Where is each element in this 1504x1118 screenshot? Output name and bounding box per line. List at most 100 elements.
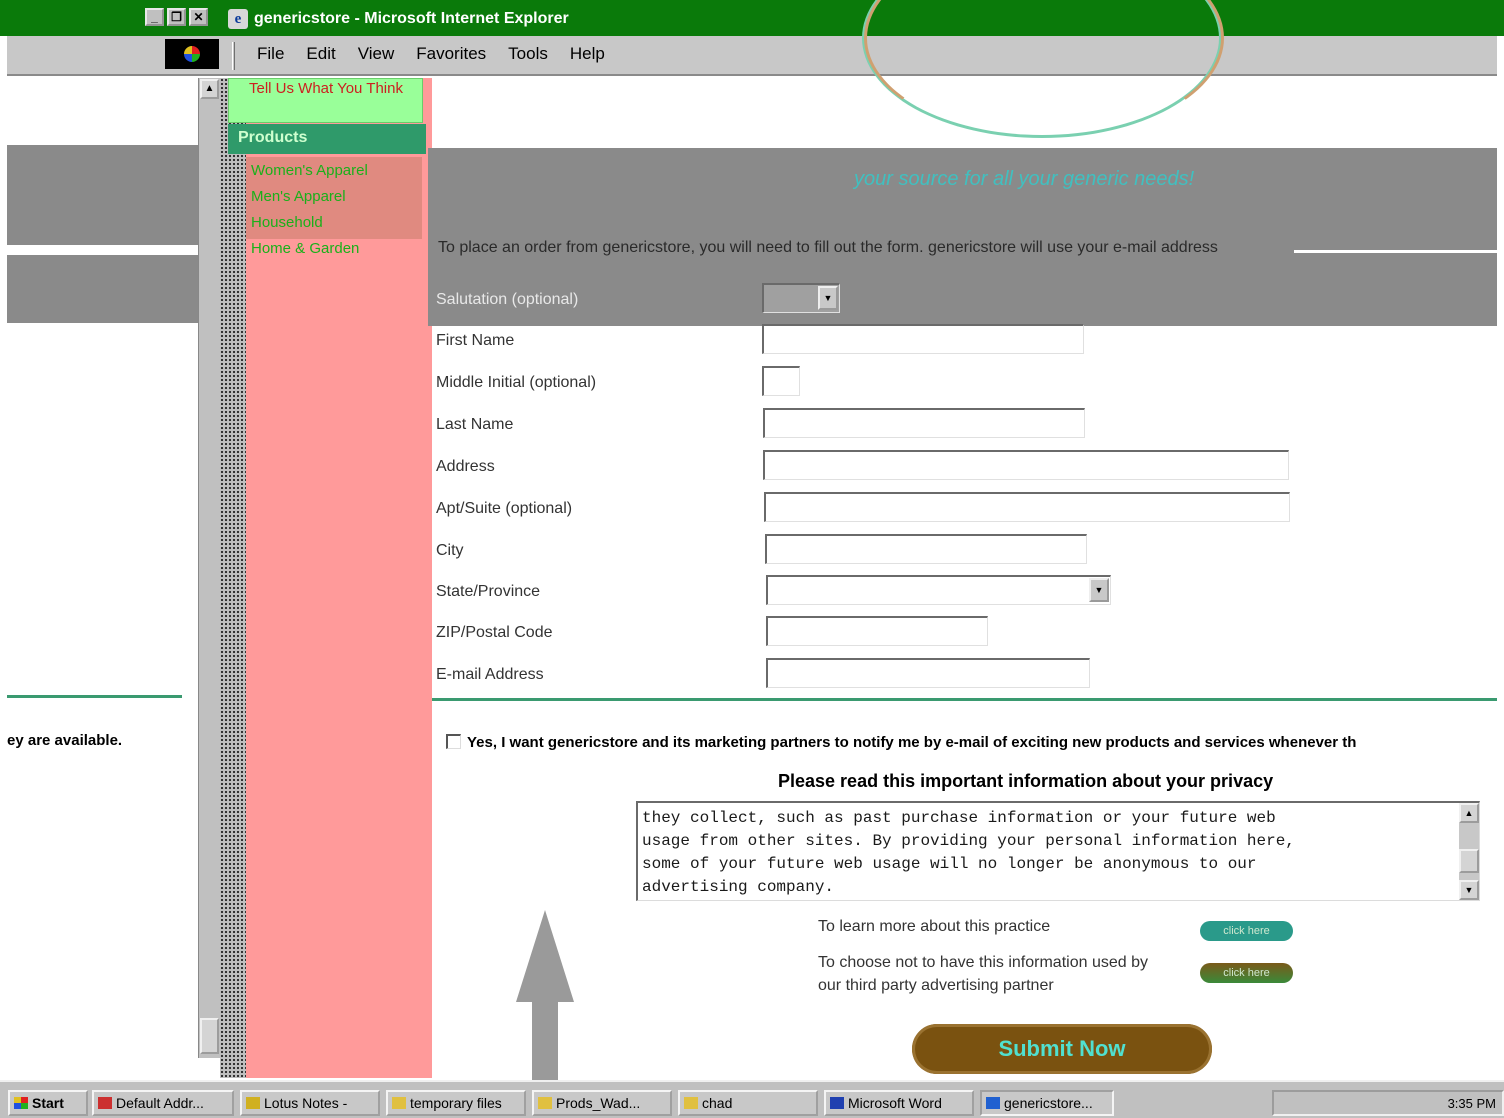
menu-favorites[interactable]: Favorites xyxy=(416,44,486,64)
zip-field[interactable] xyxy=(766,616,988,646)
menu-file[interactable]: File xyxy=(257,44,284,64)
task-label: Microsoft Word xyxy=(848,1095,942,1111)
salutation-label: Salutation (optional) xyxy=(436,291,579,308)
title-bar: _ ❐ ✕ e genericstore - Microsoft Interne… xyxy=(0,0,1504,36)
task-microsoft-word[interactable]: Microsoft Word xyxy=(824,1090,974,1116)
left-divider xyxy=(7,695,182,698)
folder-icon xyxy=(392,1097,406,1109)
state-select[interactable]: ▼ xyxy=(766,575,1111,605)
privacy-text: they collect, such as past purchase info… xyxy=(642,809,1295,896)
logo-arc-accent xyxy=(864,0,1224,138)
frame-border[interactable] xyxy=(220,78,246,1078)
address-label: Address xyxy=(436,458,495,475)
city-field[interactable] xyxy=(765,534,1087,564)
task-label: Default Addr... xyxy=(116,1095,204,1111)
state-row: State/Province ▼ xyxy=(432,575,1497,609)
middle-initial-row: Middle Initial (optional) xyxy=(432,366,1497,400)
click-here-optout-button[interactable]: click here xyxy=(1200,963,1293,983)
folder-icon xyxy=(538,1097,552,1109)
apt-label: Apt/Suite (optional) xyxy=(436,500,573,517)
middle-initial-label: Middle Initial (optional) xyxy=(436,374,597,391)
privacy-scrollbar[interactable]: ▲ ▼ xyxy=(1459,803,1479,900)
start-button[interactable]: Start xyxy=(8,1090,88,1116)
menu-view[interactable]: View xyxy=(358,44,395,64)
task-genericstore[interactable]: genericstore... xyxy=(980,1090,1114,1116)
dropdown-arrow-icon[interactable]: ▼ xyxy=(818,286,838,310)
scroll-up-arrow-icon[interactable]: ▲ xyxy=(200,79,219,99)
email-field[interactable] xyxy=(766,658,1090,688)
dropdown-arrow-icon[interactable]: ▼ xyxy=(1089,578,1109,602)
window-title: genericstore - Microsoft Internet Explor… xyxy=(254,10,569,27)
zip-row: ZIP/Postal Code xyxy=(432,616,1497,650)
zip-label: ZIP/Postal Code xyxy=(436,624,553,641)
middle-initial-field[interactable] xyxy=(762,366,800,396)
nav-item-womens-apparel[interactable]: Women's Apparel xyxy=(246,157,422,183)
main-frame: your source for all your generic needs! … xyxy=(428,0,1497,1080)
privacy-textarea[interactable]: they collect, such as past purchase info… xyxy=(636,801,1480,901)
last-name-field[interactable] xyxy=(763,408,1085,438)
scroll-up-arrow-icon[interactable]: ▲ xyxy=(1459,803,1479,823)
scroll-down-arrow-icon[interactable]: ▼ xyxy=(1459,880,1479,900)
privacy-heading: Please read this important information a… xyxy=(778,771,1274,791)
first-name-label: First Name xyxy=(436,332,515,349)
task-label: chad xyxy=(702,1095,733,1111)
task-label: Lotus Notes - xyxy=(264,1095,348,1111)
toolbar-grip[interactable] xyxy=(232,42,235,70)
app-icon xyxy=(246,1097,260,1109)
left-frame: ey are available. xyxy=(7,78,198,1080)
system-tray: 3:35 PM xyxy=(1272,1090,1504,1116)
minimize-button[interactable]: _ xyxy=(145,8,164,26)
nav-item-home-garden[interactable]: Home & Garden xyxy=(251,240,359,257)
tell-us-link[interactable]: Tell Us What You Think xyxy=(228,78,423,123)
state-label: State/Province xyxy=(436,583,541,600)
address-row: Address xyxy=(432,450,1497,484)
address-field[interactable] xyxy=(763,450,1289,480)
apt-row: Apt/Suite (optional) xyxy=(432,492,1497,526)
screen: _ ❐ ✕ e genericstore - Microsoft Interne… xyxy=(0,0,1504,1118)
salutation-select[interactable]: ▼ xyxy=(762,283,840,313)
left-grey-band xyxy=(7,145,198,245)
nav-item-mens-apparel[interactable]: Men's Apparel xyxy=(246,183,422,209)
last-name-label: Last Name xyxy=(436,416,514,433)
first-name-field[interactable] xyxy=(762,324,1084,354)
nav-item-household[interactable]: Household xyxy=(246,209,422,235)
consent-checkbox[interactable] xyxy=(446,734,461,749)
apt-field[interactable] xyxy=(764,492,1290,522)
email-row: E-mail Address xyxy=(432,658,1497,692)
menu-list: File Edit View Favorites Tools Help xyxy=(257,44,627,64)
window-controls: _ ❐ ✕ xyxy=(145,8,208,26)
scrollbar-thumb[interactable] xyxy=(200,1018,219,1054)
task-default-addr[interactable]: Default Addr... xyxy=(92,1090,234,1116)
left-frame-scrollbar[interactable]: ▲ xyxy=(198,78,220,1058)
internet-explorer-icon xyxy=(986,1097,1000,1109)
menu-help[interactable]: Help xyxy=(570,44,605,64)
scrollbar-thumb[interactable] xyxy=(1459,849,1479,873)
clock[interactable]: 3:35 PM xyxy=(1448,1096,1496,1111)
left-partial-text: ey are available. xyxy=(7,732,123,749)
submit-button[interactable]: Submit Now xyxy=(912,1024,1212,1074)
order-notice: To place an order from genericstore, you… xyxy=(438,239,1218,256)
maximize-button[interactable]: ❐ xyxy=(167,8,186,26)
salutation-row: Salutation (optional) ▼ xyxy=(432,283,1497,317)
city-label: City xyxy=(436,542,464,559)
task-chad[interactable]: chad xyxy=(678,1090,818,1116)
menu-tools[interactable]: Tools xyxy=(508,44,548,64)
consent-row: Yes, I want genericstore and its marketi… xyxy=(446,734,1356,751)
windows-logo-icon xyxy=(165,39,219,69)
email-label: E-mail Address xyxy=(436,666,544,683)
click-here-learn-button[interactable]: click here xyxy=(1200,921,1293,941)
task-prods-wad[interactable]: Prods_Wad... xyxy=(532,1090,672,1116)
task-temporary-files[interactable]: temporary files xyxy=(386,1090,526,1116)
opt-out-line: To choose not to have this information u… xyxy=(818,954,1148,994)
close-button[interactable]: ✕ xyxy=(189,8,208,26)
folder-icon xyxy=(684,1097,698,1109)
taskbar: Start Default Addr... Lotus Notes - temp… xyxy=(0,1080,1504,1118)
notice-underline xyxy=(1294,250,1497,253)
left-grey-band-2 xyxy=(7,255,198,323)
last-name-row: Last Name xyxy=(432,408,1497,442)
tagline: your source for all your generic needs! xyxy=(854,168,1195,190)
menu-edit[interactable]: Edit xyxy=(306,44,335,64)
opt-out-text: To choose not to have this information u… xyxy=(818,951,1148,997)
task-lotus-notes[interactable]: Lotus Notes - xyxy=(240,1090,380,1116)
product-list: Women's Apparel Men's Apparel Household xyxy=(246,157,422,239)
